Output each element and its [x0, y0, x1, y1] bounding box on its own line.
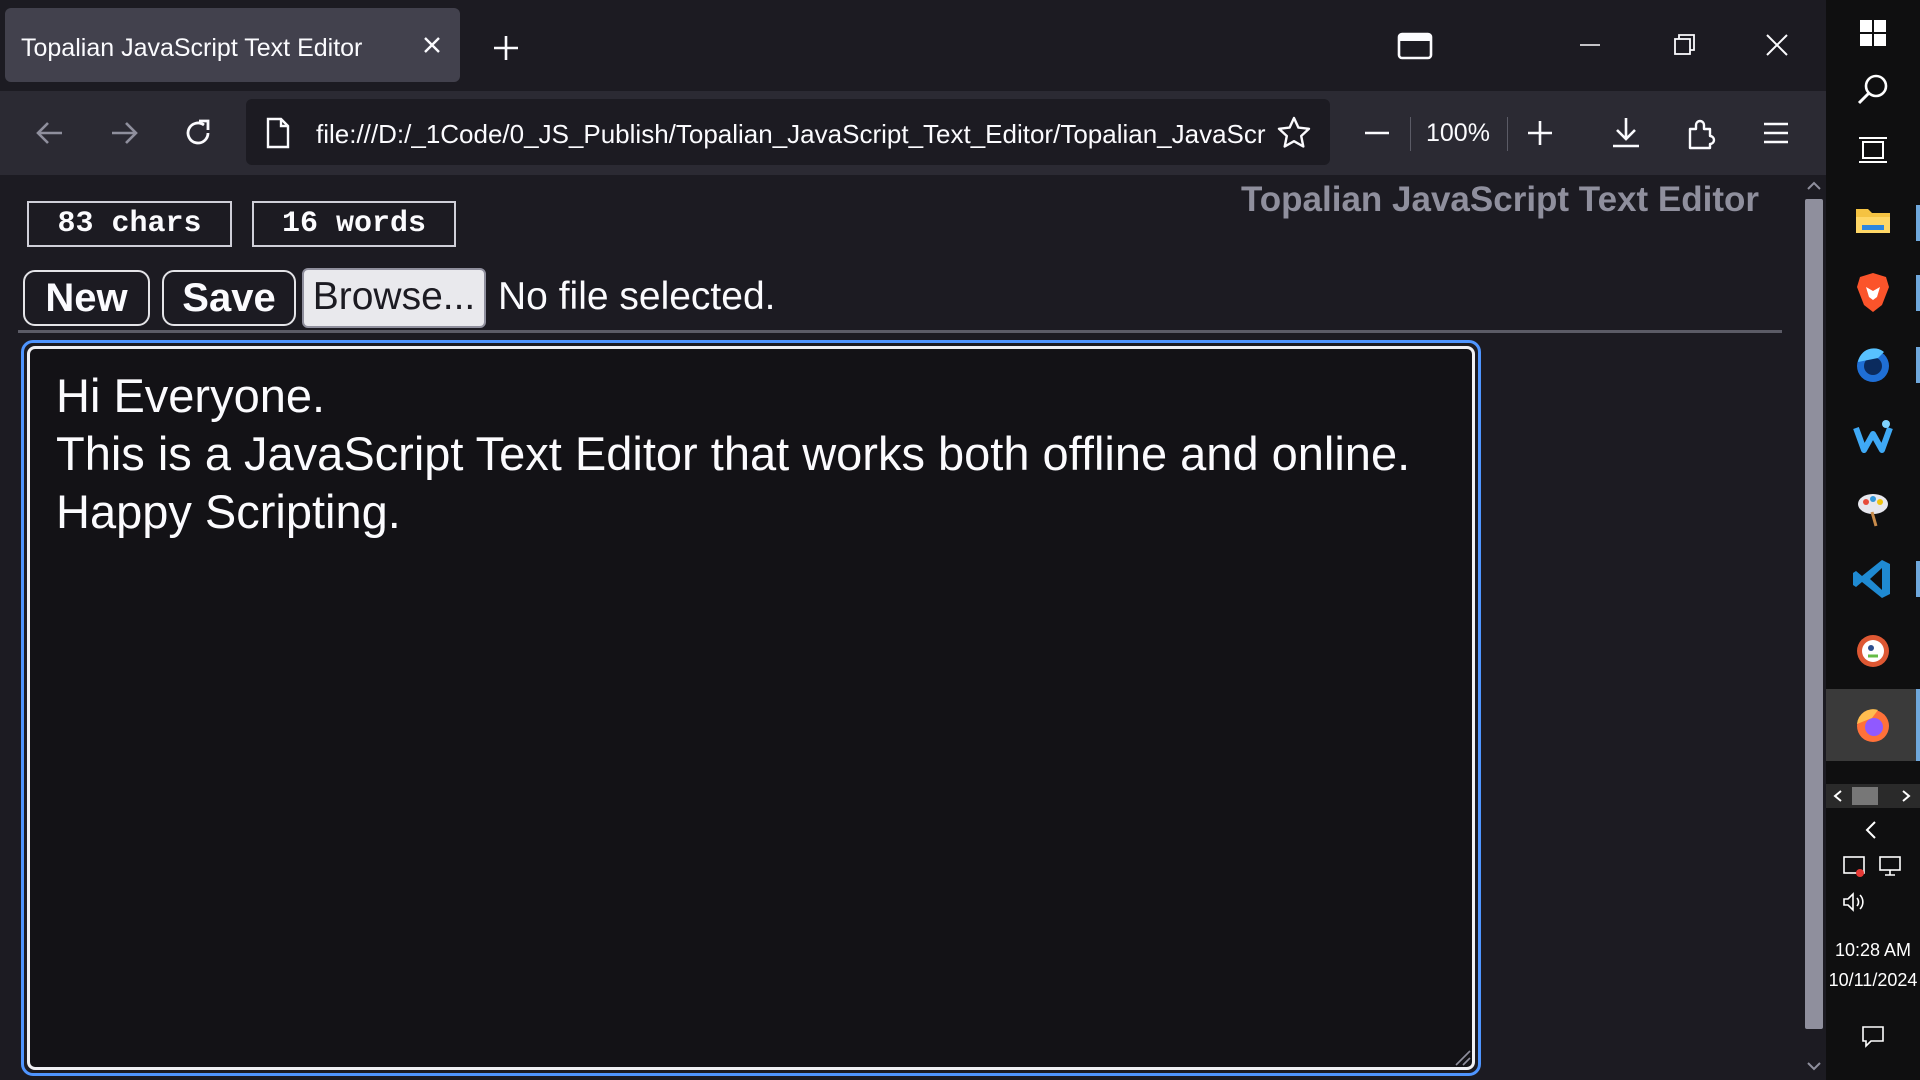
running-indicator [1916, 561, 1920, 597]
page-scrollbar[interactable] [1802, 175, 1826, 1080]
list-all-tabs-icon[interactable] [1396, 30, 1434, 62]
new-tab-icon[interactable] [488, 30, 524, 66]
downloads-icon[interactable] [1606, 113, 1646, 153]
clock-time[interactable]: 10:28 AM [1826, 940, 1920, 961]
word-count-badge: 16 words [252, 201, 456, 247]
tab-title: Topalian JavaScript Text Editor [21, 34, 363, 62]
zoom-level[interactable]: 100% [1426, 119, 1490, 148]
address-bar[interactable]: file:///D:/_1Code/0_JS_Publish/Topalian_… [246, 99, 1330, 165]
show-hidden-icons-icon[interactable] [1860, 818, 1884, 842]
zoom-separator [1507, 117, 1508, 151]
running-indicator [1916, 689, 1920, 761]
file-explorer-icon[interactable] [1848, 195, 1898, 245]
firefox-developer-icon[interactable] [1848, 340, 1898, 390]
window-close-icon[interactable] [1760, 28, 1794, 62]
close-tab-icon[interactable] [417, 30, 447, 60]
page-title: Topalian JavaScript Text Editor [1241, 180, 1759, 219]
paint-app-icon[interactable] [1848, 482, 1898, 532]
forward-icon[interactable] [104, 113, 144, 153]
taskbar-scroller[interactable] [1826, 784, 1920, 808]
scroll-down-icon[interactable] [1806, 1059, 1822, 1073]
editor-focus-ring: Hi Everyone. This is a JavaScript Text E… [21, 340, 1481, 1076]
windows-start-icon[interactable] [1848, 8, 1898, 58]
running-indicator [1916, 347, 1920, 383]
vscode-icon[interactable] [1848, 554, 1898, 604]
taskbar-scroll-thumb[interactable] [1852, 787, 1878, 805]
volume-icon[interactable] [1840, 888, 1868, 916]
running-indicator [1916, 275, 1920, 311]
zoom-out-icon[interactable] [1357, 113, 1397, 153]
chevron-left-icon[interactable] [1832, 789, 1844, 803]
scrollbar-thumb[interactable] [1805, 199, 1823, 1029]
firefox-icon[interactable] [1848, 700, 1898, 750]
bookmark-star-icon[interactable] [1276, 115, 1312, 151]
restore-icon[interactable] [1666, 30, 1702, 60]
browse-button[interactable]: Browse... [302, 268, 486, 328]
menu-icon[interactable] [1756, 113, 1796, 153]
waterfox-icon[interactable] [1848, 412, 1898, 462]
capture-app-tray-icon[interactable] [1840, 852, 1868, 880]
editor-textarea[interactable]: Hi Everyone. This is a JavaScript Text E… [27, 346, 1475, 1070]
char-count-badge: 83 chars [27, 201, 232, 247]
notifications-icon[interactable] [1859, 1022, 1887, 1050]
reload-icon[interactable] [178, 113, 218, 153]
url-text[interactable]: file:///D:/_1Code/0_JS_Publish/Topalian_… [316, 119, 1266, 150]
divider [18, 330, 1782, 333]
save-button[interactable]: Save [162, 270, 296, 326]
windows-taskbar: 10:28 AM 10/11/2024 [1826, 0, 1920, 1080]
new-button[interactable]: New [23, 270, 150, 326]
zoom-separator [1410, 117, 1411, 151]
scroll-up-icon[interactable] [1806, 179, 1822, 193]
back-icon[interactable] [30, 113, 70, 153]
file-status-label: No file selected. [498, 275, 776, 318]
clock-date[interactable]: 10/11/2024 [1826, 970, 1920, 991]
duckduckgo-icon[interactable] [1848, 626, 1898, 676]
minimize-icon[interactable] [1570, 30, 1610, 60]
brave-browser-icon[interactable] [1848, 267, 1898, 317]
resize-grip-icon[interactable] [1448, 1043, 1472, 1067]
chevron-right-icon[interactable] [1900, 789, 1912, 803]
zoom-in-icon[interactable] [1520, 113, 1560, 153]
page-content: Topalian JavaScript Text Editor 83 chars… [0, 175, 1802, 1080]
navigation-toolbar: file:///D:/_1Code/0_JS_Publish/Topalian_… [0, 91, 1826, 175]
page-icon [266, 117, 290, 149]
task-view-icon[interactable] [1848, 125, 1898, 175]
tab-active[interactable]: Topalian JavaScript Text Editor [5, 8, 460, 82]
running-indicator [1916, 205, 1920, 241]
extensions-icon[interactable] [1682, 113, 1722, 153]
network-icon[interactable] [1876, 852, 1904, 880]
search-icon[interactable] [1848, 65, 1898, 115]
tab-strip: Topalian JavaScript Text Editor [0, 0, 1826, 91]
